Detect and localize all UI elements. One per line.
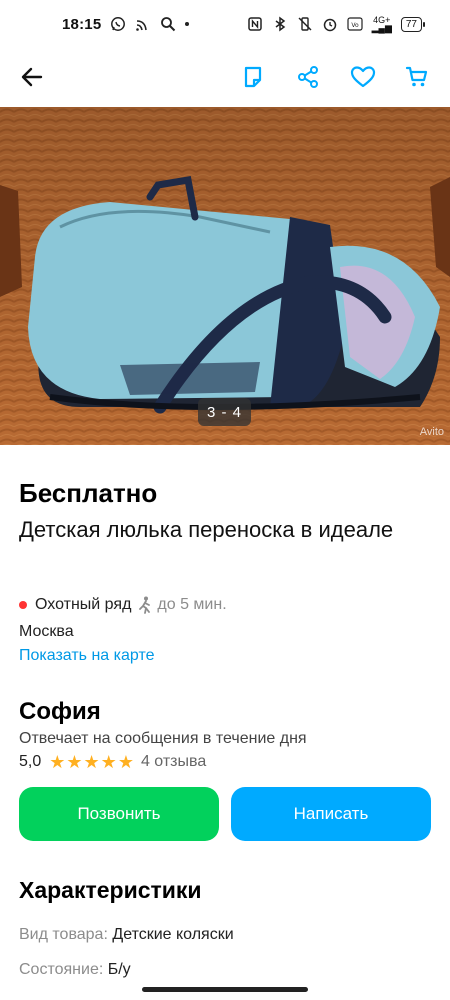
metro-line-dot [19,601,27,609]
volte-icon: Vo [347,17,363,31]
listing-photo [0,107,450,445]
share-icon [298,66,318,88]
alarm-icon [323,18,336,32]
star-icon: ★ [117,752,134,772]
svg-text:Vo: Vo [351,22,359,29]
rating-stars: ★ ★ ★ ★ ★ [49,753,134,771]
metro-station: Охотный ряд [35,596,132,613]
reviews-count: 4 отзыва [140,753,207,770]
heart-icon [350,66,376,88]
note-icon [244,66,262,88]
back-button[interactable] [16,61,48,93]
app-bar [0,48,450,106]
cart-button[interactable] [401,61,433,93]
spec-row-type: Вид товара: Детские коляски [19,926,234,944]
cart-icon [405,66,428,87]
call-button[interactable]: Позвонить [19,787,219,841]
star-icon: ★ [66,752,83,772]
spec-value: Б/у [107,961,131,978]
favorite-button[interactable] [347,61,379,93]
rating-value: 5,0 [19,753,42,770]
star-icon: ★ [49,752,66,772]
spec-key: Вид товара: [19,926,108,943]
search-icon [161,17,176,32]
walking-icon [139,596,151,614]
share-button[interactable] [292,61,324,93]
seller-rating[interactable]: 5,0 ★ ★ ★ ★ ★ 4 отзыва [19,753,206,771]
listing-title: Детская люлька переноска в идеале [19,517,394,542]
listing-price: Бесплатно [19,478,158,508]
battery-indicator: 77 [400,16,426,32]
home-indicator[interactable] [142,987,308,992]
seller-name[interactable]: София [19,698,101,726]
status-left: 18:15 [62,15,190,33]
nfc-icon [247,17,262,31]
photo-gallery[interactable] [0,107,450,445]
characteristics-title: Характеристики [19,877,202,903]
city-name: Москва [19,623,74,640]
arrow-left-icon [21,67,43,87]
whatsapp-icon [111,17,126,31]
network-label: 4G+ ▂▄▆ [371,15,392,33]
star-icon: ★ [100,752,117,772]
walk-time: до 5 мин. [157,596,227,613]
notification-dot-icon [185,22,190,26]
cast-icon [136,20,148,31]
note-button[interactable] [237,61,269,93]
vibrate-off-icon [298,17,312,31]
spec-value: Детские коляски [112,926,234,943]
spec-row-condition: Состояние: Б/у [19,961,131,979]
seller-response-time: Отвечает на сообщения в течение дня [19,730,307,747]
message-button[interactable]: Написать [231,787,431,841]
status-right: Vo 4G+ ▂▄▆ 77 [247,15,426,33]
metro-row: Охотный ряд до 5 мин. [19,596,227,614]
status-time: 18:15 [62,15,102,33]
star-icon: ★ [83,752,100,772]
photo-counter: 3 - 4 [198,398,251,426]
show-on-map-link[interactable]: Показать на карте [19,647,154,665]
status-bar: 18:15 Vo 4G+ ▂▄▆ 77 [0,0,450,48]
avito-watermark: Avito [419,426,444,438]
bluetooth-icon [275,16,285,32]
spec-key: Состояние: [19,961,104,978]
